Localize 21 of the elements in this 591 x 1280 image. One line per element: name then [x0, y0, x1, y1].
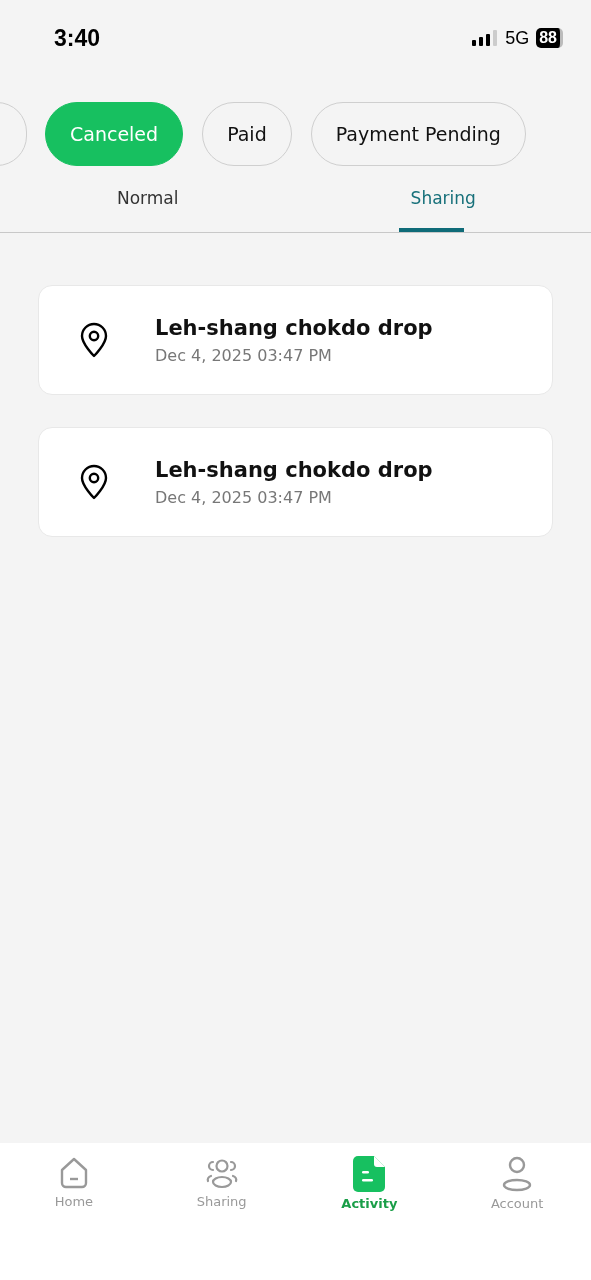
trip-title: Leh-shang chokdo drop: [155, 315, 433, 340]
filter-chip[interactable]: Paid: [202, 102, 292, 166]
trip-title: Leh-shang chokdo drop: [155, 457, 433, 482]
signal-icon: [472, 30, 499, 46]
battery-indicator: 88: [536, 28, 563, 48]
nav-item[interactable]: Home: [0, 1155, 148, 1210]
document-icon: [353, 1156, 386, 1192]
location-pin-icon: [79, 322, 109, 358]
filter-chip[interactable]: Payment Pending: [310, 102, 526, 166]
status-time: 3:40: [54, 24, 101, 52]
tab[interactable]: Normal: [0, 178, 296, 232]
trip-date: Dec 4, 2025 03:47 PM: [155, 345, 333, 365]
nav-item[interactable]: Account: [443, 1155, 591, 1212]
network-label: 5G: [505, 27, 530, 49]
nav-item[interactable]: Sharing: [147, 1155, 296, 1210]
tab[interactable]: Sharing: [295, 178, 591, 232]
trip-date: Dec 4, 2025 03:47 PM: [155, 487, 333, 507]
trip-card[interactable]: Leh-shang chokdo drop Dec 4, 2025 03:47 PM: [38, 427, 553, 537]
trip-card[interactable]: Leh-shang chokdo drop Dec 4, 2025 03:47 PM: [38, 285, 553, 395]
nav-item[interactable]: Activity: [295, 1155, 444, 1212]
location-pin-icon: [79, 464, 109, 500]
